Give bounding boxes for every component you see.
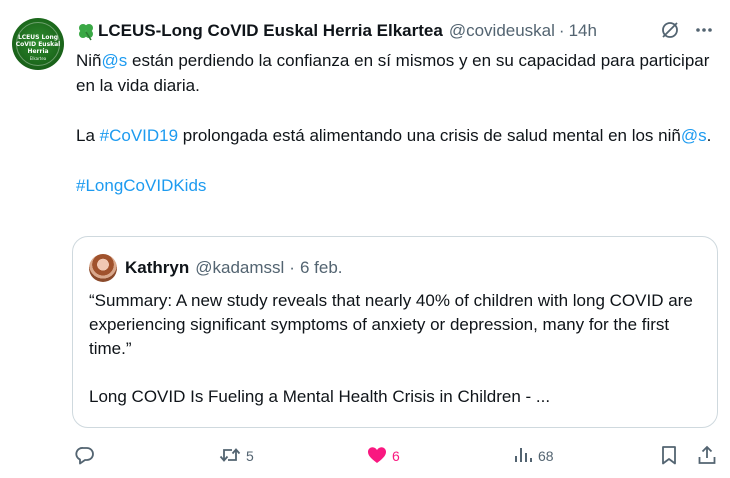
text-segment: . <box>706 126 712 145</box>
author-name[interactable]: LCEUS-Long CoVID Euskal Herria Elkartea <box>98 21 443 41</box>
author-handle[interactable]: @covideuskal <box>449 21 555 41</box>
quoted-author-avatar <box>89 254 117 282</box>
bookmark-button[interactable] <box>658 442 680 470</box>
quoted-paragraph-2: Long COVID Is Fueling a Mental Health Cr… <box>89 387 551 406</box>
bookmark-icon <box>658 444 680 469</box>
retweet-count: 5 <box>246 448 254 464</box>
mention-link[interactable]: @s <box>681 126 707 145</box>
tweet-paragraph-1: Niñ@s están perdiendo la confianza en sí… <box>76 48 716 98</box>
grok-icon[interactable] <box>660 20 680 40</box>
tweet-paragraph-3: #LongCoVIDKids <box>76 173 716 198</box>
avatar-logo-text: LCEUS Long CoVID Euskal Herria <box>15 34 61 55</box>
quoted-author-name: Kathryn <box>125 258 190 277</box>
views-button[interactable]: 68 <box>512 442 554 470</box>
heart-icon <box>366 444 388 469</box>
share-button[interactable] <box>696 442 718 470</box>
hashtag-link[interactable]: #CoVID19 <box>100 126 178 145</box>
reply-icon <box>74 444 96 469</box>
avatar-logo-subtext: Elkartea <box>29 56 47 61</box>
like-button[interactable]: 6 <box>366 442 400 470</box>
tweet-time[interactable]: 14h <box>569 21 597 41</box>
mention-link[interactable]: @s <box>102 51 128 70</box>
quoted-paragraph-1: “Summary: A new study reveals that nearl… <box>89 291 693 358</box>
quoted-date: 6 feb. <box>299 258 343 277</box>
quoted-tweet-text: “Summary: A new study reveals that nearl… <box>89 289 699 409</box>
more-icon[interactable] <box>694 20 714 40</box>
header-separator: · <box>558 21 565 40</box>
retweet-icon <box>218 444 242 469</box>
reply-button[interactable] <box>74 442 100 470</box>
text-segment: están perdiendo la confianza en sí mismo… <box>76 51 710 95</box>
retweet-button[interactable]: 5 <box>218 442 254 470</box>
text-segment: La <box>76 126 100 145</box>
quoted-tweet[interactable]: Kathryn @kadamssl · 6 feb. “Summary: A n… <box>72 236 718 428</box>
like-count: 6 <box>392 448 400 464</box>
views-icon <box>512 444 534 469</box>
tweet-actions-bar: 5 6 68 <box>72 442 720 470</box>
tweet-header: LCEUS-Long CoVID Euskal Herria Elkartea … <box>76 20 718 42</box>
tweet-paragraph-2: La #CoVID19 prolongada está alimentando … <box>76 123 716 148</box>
quoted-author-handle: @kadamssl <box>195 258 285 277</box>
quoted-tweet-header: Kathryn @kadamssl · 6 feb. <box>89 254 343 282</box>
quoted-separator: · <box>289 258 295 277</box>
text-segment: prolongada está alimentando una crisis d… <box>178 126 681 145</box>
four-leaf-clover-icon <box>76 21 96 41</box>
share-icon <box>696 444 718 469</box>
views-count: 68 <box>538 448 554 464</box>
hashtag-link[interactable]: #LongCoVIDKids <box>76 176 206 195</box>
author-avatar[interactable]: LCEUS Long CoVID Euskal Herria Elkartea <box>12 18 64 70</box>
text-segment: Niñ <box>76 51 102 70</box>
tweet-text: Niñ@s están perdiendo la confianza en sí… <box>76 48 716 198</box>
